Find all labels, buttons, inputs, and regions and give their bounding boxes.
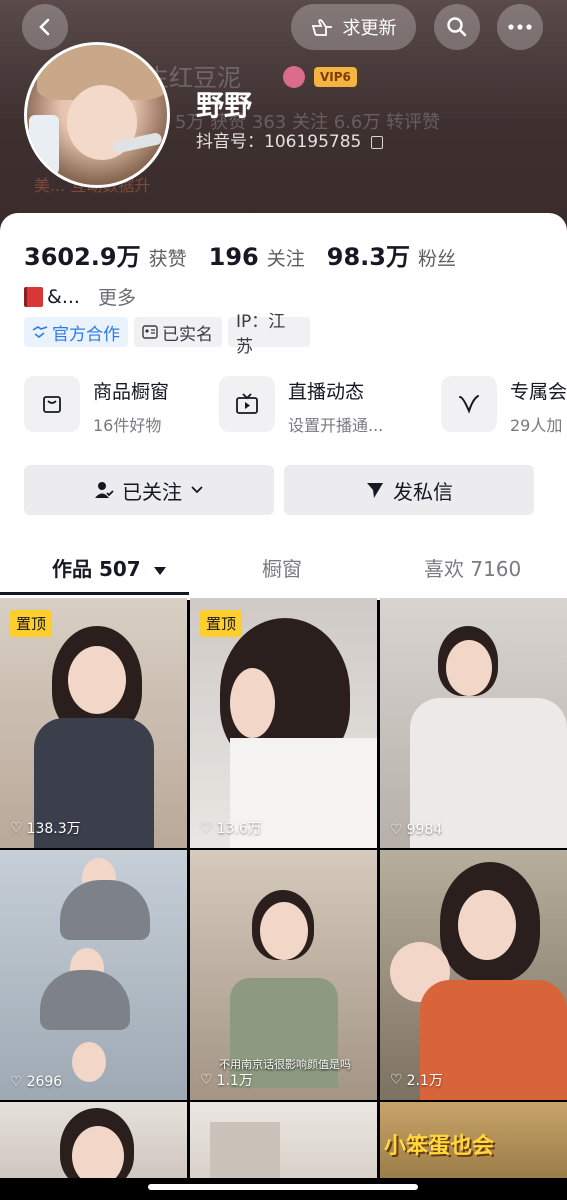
following-button[interactable]: 已关注 [24,465,274,515]
video-thumbnail[interactable]: 置顶 ♡ 138.3万 [0,598,187,848]
caret-down-icon [153,566,166,575]
video-thumbnail[interactable]: ♡ 2696 [0,850,187,1100]
video-likes: ♡ 2696 [10,1074,63,1090]
live-subtitle: 设置开播通... [288,416,384,435]
heart-icon: ♡ [10,820,23,836]
stats-row: 3602.9万 获赞 196 关注 98.3万 粉丝 [24,237,478,272]
pinned-badge: 置顶 [10,610,53,637]
display-name: 野野 [196,89,253,122]
tab-liked[interactable]: 喜欢 7160 [424,553,521,582]
membership-title[interactable]: 专属会 [510,377,567,404]
home-indicator[interactable] [148,1184,418,1190]
video-thumbnail[interactable] [190,1102,377,1178]
heart-icon: ♡ [390,1072,403,1088]
send-message-button[interactable]: 发私信 [284,465,534,515]
video-likes: ♡ 1.1万 [200,1072,253,1089]
followers-count[interactable]: 98.3万 [327,237,410,272]
video-thumbnail[interactable]: ♡ 2.1万 [380,850,567,1100]
video-thumbnail[interactable]: 不用南京话很影响颜值是吗 ♡ 1.1万 [190,850,377,1100]
more-dots-icon [508,24,532,30]
vip-badge: VIP6 [314,67,357,87]
chevron-down-icon [191,486,203,494]
video-likes: ♡ 13.6万 [200,820,262,837]
shop-window-title[interactable]: 商品橱窗 [93,377,169,404]
video-likes: ♡ 138.3万 [10,820,81,837]
following-label[interactable]: 关注 [267,244,305,271]
bio-text: &... [47,285,80,308]
more-options-button[interactable] [497,4,543,50]
video-grid: 置顶 ♡ 138.3万 置顶 ♡ 13.6万 ♡ 9984 ♡ 2696 不用南京话很影… [0,598,567,1178]
video-thumbnail[interactable]: 置顶 ♡ 13.6万 [190,598,377,848]
tab-showcase[interactable]: 橱窗 [262,553,302,582]
bio[interactable]: &... 更多 [24,283,136,310]
likes-count: 3602.9万 [24,243,141,271]
v-icon [459,395,479,414]
id-card-icon [142,325,158,339]
back-button[interactable] [22,4,68,50]
handshake-icon [32,326,48,339]
tab-works[interactable]: 作品 507 [52,553,166,582]
live-tile[interactable] [219,376,275,432]
pointing-hand-icon [311,19,332,36]
copy-icon[interactable] [370,135,383,149]
avatar[interactable] [24,42,170,188]
request-update-label: 求更新 [342,18,397,39]
paper-plane-icon [367,483,383,498]
book-emoji-icon [24,286,43,307]
video-likes: ♡ 2.1万 [390,1072,443,1089]
heart-icon: ♡ [200,820,213,836]
shop-window-subtitle: 16件好物 [93,416,162,435]
bio-more-link[interactable]: 更多 [98,283,136,310]
back-arrow-icon [39,18,50,36]
search-icon [447,17,467,37]
likes-label: 获赞 [148,248,187,270]
video-likes: ♡ 9984 [390,822,443,838]
verified-tag[interactable]: 已实名 [134,317,222,347]
official-cooperation-tag[interactable]: 官方合作 [24,317,128,347]
live-title[interactable]: 直播动态 [288,377,364,404]
ip-location-tag: IP：江苏 [228,312,310,357]
shopping-bag-icon [43,396,61,413]
membership-tile[interactable] [441,376,497,432]
heart-icon: ♡ [390,822,403,838]
tab-active-indicator [0,592,189,595]
search-button[interactable] [434,4,480,50]
shop-window-tile[interactable] [24,376,80,432]
video-thumbnail[interactable] [0,1102,187,1178]
douyin-id: 抖音号：106195785 [196,127,383,152]
video-thumbnail[interactable]: ♡ 9984 [380,598,567,848]
pinned-badge: 置顶 [200,610,243,637]
video-thumbnail[interactable]: 小笨蛋也会 [380,1102,567,1178]
membership-subtitle: 29人加 [510,416,563,435]
video-caption: 小笨蛋也会 [384,1134,495,1159]
profile-info-card: 3602.9万 获赞 196 关注 98.3万 粉丝 &... 更多 官方合作 … [0,213,567,600]
following-count[interactable]: 196 [209,243,259,271]
search-badge-icon [283,66,305,88]
followers-label[interactable]: 粉丝 [418,244,456,271]
user-check-icon [95,482,114,498]
heart-icon: ♡ [200,1072,213,1088]
heart-icon: ♡ [10,1074,23,1090]
request-update-button[interactable]: 求更新 [291,4,416,50]
tv-icon [236,393,258,414]
